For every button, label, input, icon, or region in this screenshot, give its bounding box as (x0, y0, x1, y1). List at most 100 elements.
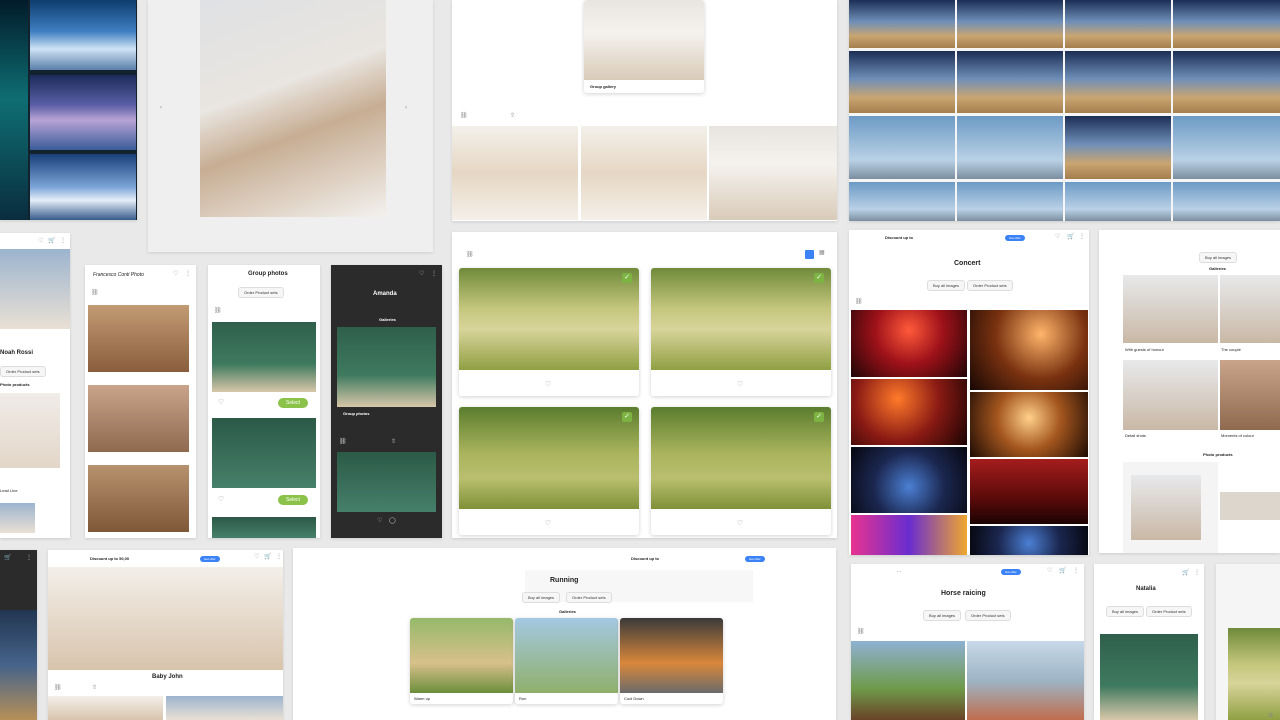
share-icon[interactable]: ⇧ (92, 684, 97, 691)
concert-photo-2[interactable] (970, 310, 1088, 390)
family-card-2[interactable]: ✓ ♡ (651, 268, 831, 396)
get-offer-pill[interactable]: Get offer (1005, 235, 1025, 241)
running-card-1[interactable]: Warm up (410, 618, 513, 704)
classroom-photo-2[interactable] (212, 418, 316, 488)
order-product-sets-button[interactable]: Order Product sets (566, 592, 612, 603)
group-gallery-card[interactable]: Group gallery (584, 0, 704, 93)
cart-icon[interactable]: 🛒 (48, 237, 55, 244)
link-icon[interactable]: ⛓ (857, 628, 865, 635)
order-product-sets-button[interactable]: Order Product sets (1146, 606, 1192, 617)
link-icon[interactable]: ⛓ (339, 438, 347, 445)
order-product-sets-button[interactable]: Order Product sets (967, 280, 1013, 291)
kid-photo-1[interactable] (452, 126, 578, 220)
moto-photo[interactable] (1065, 0, 1171, 48)
dots-icon[interactable]: ⋮ (1079, 233, 1085, 240)
moto-photo[interactable] (1173, 116, 1280, 179)
city-photo[interactable] (0, 610, 37, 720)
amanda-student-photo[interactable] (337, 452, 436, 512)
heart-icon[interactable]: ♡ (419, 270, 424, 277)
product-photo-2[interactable] (1220, 492, 1280, 520)
chevron-left-icon[interactable]: ‹ (160, 105, 162, 111)
moto-photo[interactable] (1173, 0, 1280, 48)
moto-photo[interactable] (849, 182, 955, 221)
concert-photo-5[interactable] (851, 447, 967, 513)
heart-icon[interactable]: ♡ (218, 495, 224, 503)
grid-icon[interactable]: ▦ (819, 249, 825, 256)
concert-photo-4[interactable] (970, 392, 1088, 457)
moto-photo[interactable] (849, 51, 955, 113)
select-button[interactable]: Select (278, 398, 308, 408)
buy-all-images-button[interactable]: Buy all images (1106, 606, 1145, 617)
aurora-photo[interactable] (0, 0, 28, 220)
link-icon[interactable]: ⛓ (466, 251, 474, 258)
cart-icon[interactable]: 🛒 (264, 553, 271, 560)
select-check-icon[interactable]: ✓ (622, 412, 632, 422)
heart-icon[interactable]: ♡ (545, 380, 551, 388)
share-icon[interactable]: ⇧ (391, 438, 396, 445)
buy-all-images-button[interactable]: Buy all images (522, 592, 561, 603)
concert-photo-7[interactable] (851, 515, 967, 555)
buy-all-images-button[interactable]: Buy all images (923, 610, 962, 621)
heart-icon[interactable]: ♡ (737, 380, 743, 388)
moto-photo[interactable] (957, 0, 1063, 48)
link-icon[interactable]: ⛓ (91, 289, 99, 296)
link-icon[interactable]: ⛓ (214, 307, 222, 314)
wedding-photo-3[interactable] (1123, 360, 1218, 430)
heart-icon[interactable]: ♡ (737, 519, 743, 527)
heart-icon[interactable]: ♡ (254, 553, 259, 560)
wedding-photo-4[interactable] (1220, 360, 1280, 430)
kid-photo-2[interactable] (581, 126, 707, 220)
classroom-photo-1[interactable] (212, 322, 316, 392)
get-offer-pill[interactable]: Get offer (200, 556, 220, 562)
single-view-icon[interactable] (805, 250, 814, 259)
amanda-group-photo[interactable] (337, 327, 436, 407)
baby-photo[interactable] (0, 249, 70, 329)
family-card-4[interactable]: ✓ ♡ (651, 407, 831, 535)
cart-icon[interactable]: 🛒 (1182, 569, 1189, 576)
baby-photo-3[interactable] (166, 696, 283, 720)
dots-icon[interactable]: ⋮ (431, 270, 437, 277)
heart-icon[interactable]: ♡ (1047, 567, 1052, 574)
mountain-photo-3[interactable] (30, 154, 136, 220)
select-check-icon[interactable]: ✓ (814, 412, 824, 422)
portrait-photo-3[interactable] (88, 465, 189, 532)
family-card-3[interactable]: ✓ ♡ (459, 407, 639, 535)
dots-icon[interactable]: ⋮ (60, 237, 66, 244)
wedding-photo-1[interactable] (1123, 275, 1218, 343)
moto-photo[interactable] (957, 51, 1063, 113)
kid-photo-3[interactable] (709, 126, 837, 220)
mountain-photo-1[interactable] (30, 0, 136, 70)
concert-photo-6[interactable] (970, 459, 1088, 524)
buy-all-images-button[interactable]: Buy all images (1199, 252, 1238, 263)
get-offer-pill[interactable]: Get offer (1001, 569, 1021, 575)
baby-photo-2[interactable] (48, 696, 163, 720)
select-button[interactable]: Select (278, 495, 308, 505)
order-product-sets-button[interactable]: Order Product sets (0, 366, 46, 377)
order-product-sets-button[interactable]: Order Product sets (238, 287, 284, 298)
moto-photo[interactable] (1173, 51, 1280, 113)
order-product-sets-button[interactable]: Order Product sets (965, 610, 1011, 621)
heart-icon[interactable]: ♡ (377, 517, 382, 524)
concert-photo-8[interactable] (970, 526, 1088, 555)
running-card-2[interactable]: Run (515, 618, 618, 704)
link-icon[interactable]: ⛓ (460, 112, 468, 119)
moto-photo[interactable] (957, 116, 1063, 179)
comment-icon[interactable]: ◯ (389, 517, 396, 524)
dots-icon[interactable]: ⋮ (1194, 569, 1200, 576)
dots-icon[interactable]: ⋮ (1073, 567, 1079, 574)
heart-icon[interactable]: ♡ (545, 519, 551, 527)
moto-photo[interactable] (849, 0, 955, 48)
dots-icon[interactable]: ⋮ (276, 553, 282, 560)
baby-john-photo[interactable] (48, 567, 283, 670)
park-peek-photo[interactable] (1228, 628, 1280, 720)
portrait-photo-1[interactable] (88, 305, 189, 372)
moto-photo[interactable] (1065, 51, 1171, 113)
portrait-photo-2[interactable] (88, 385, 189, 452)
concert-photo-3[interactable] (851, 379, 967, 445)
product-photo[interactable] (0, 393, 60, 468)
moto-photo[interactable] (1065, 116, 1171, 179)
wedding-photo-2[interactable] (1220, 275, 1280, 343)
cart-icon[interactable]: 🛒 (4, 554, 11, 561)
link-icon[interactable]: ⛓ (855, 298, 863, 305)
product-thumb[interactable] (0, 503, 35, 533)
